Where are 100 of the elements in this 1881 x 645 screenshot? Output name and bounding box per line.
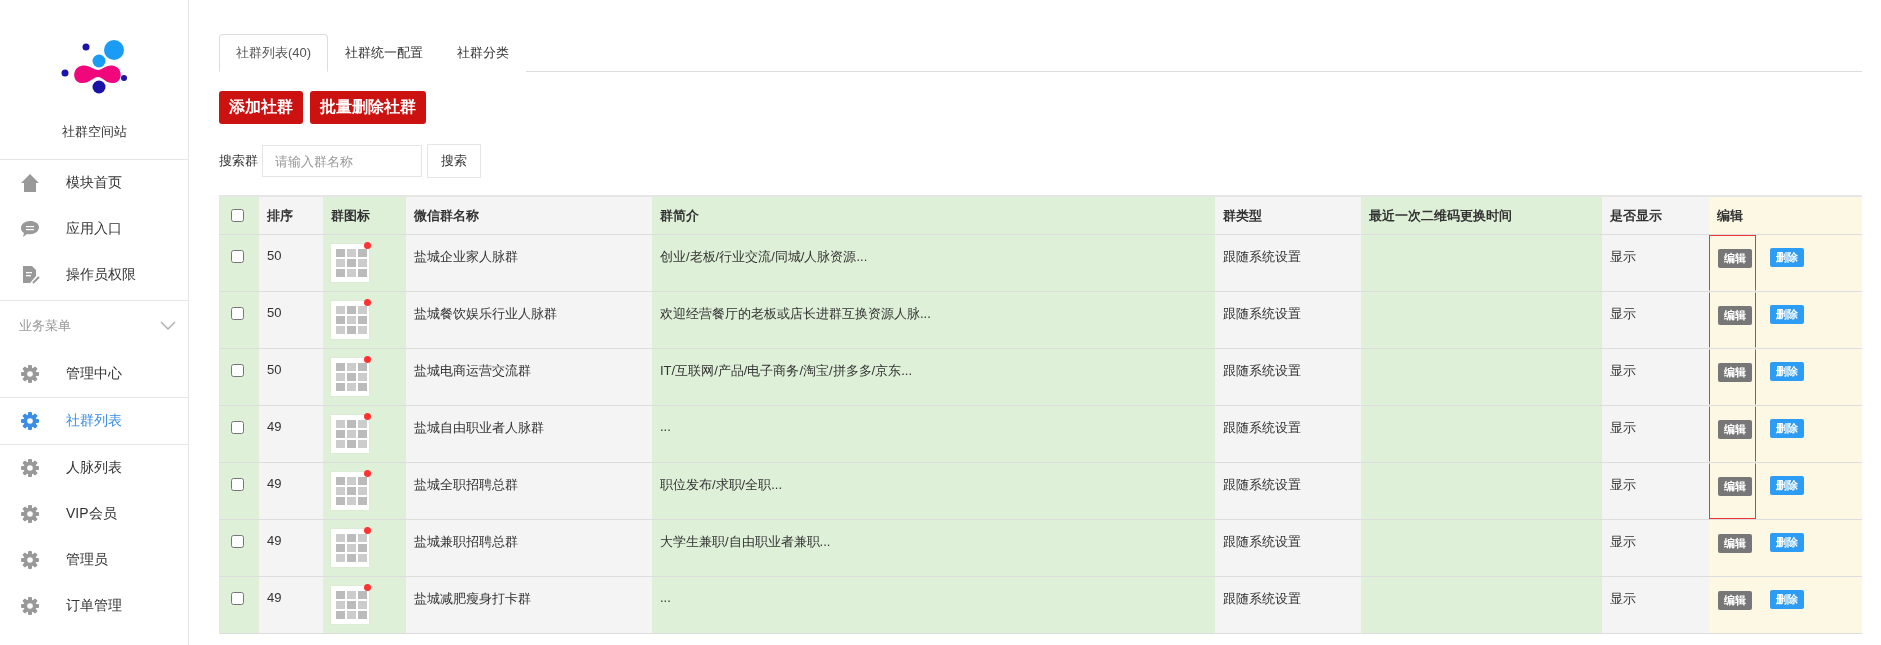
table-cell: 盐城兼职招聘总群 <box>414 534 518 549</box>
search-button[interactable]: 搜索 <box>427 144 481 178</box>
image-placeholder <box>331 358 369 396</box>
table-cell: 50 <box>267 248 282 263</box>
gear-icon <box>20 550 40 570</box>
table-cell: 跟随系统设置 <box>1223 477 1301 492</box>
table-cell: 欢迎经营餐厅的老板或店长进群互换资源人脉... <box>660 306 931 321</box>
row-checkbox[interactable] <box>231 478 244 491</box>
row-checkbox[interactable] <box>231 250 244 263</box>
image-placeholder <box>331 472 369 510</box>
sidebar-item[interactable]: 操作员权限 <box>0 252 188 298</box>
table-cell: 显示 <box>1610 591 1636 606</box>
delete-button[interactable]: 删除 <box>1770 419 1804 438</box>
table-cell: ... <box>660 419 671 434</box>
table-cell: 大学生兼职/自由职业者兼职... <box>660 534 831 549</box>
edit-button[interactable]: 编辑 <box>1718 477 1752 496</box>
row-checkbox[interactable] <box>231 307 244 320</box>
table-cell: 显示 <box>1610 363 1636 378</box>
image-placeholder <box>331 586 369 624</box>
table-cell: 显示 <box>1610 534 1636 549</box>
table-cell: 49 <box>267 533 282 548</box>
gear-icon <box>20 458 40 478</box>
edit-button[interactable]: 编辑 <box>1718 591 1752 610</box>
delete-button[interactable]: 删除 <box>1770 533 1804 552</box>
table-cell: 跟随系统设置 <box>1223 420 1301 435</box>
add-button[interactable]: 添加社群 <box>219 91 303 124</box>
table-cell: 盐城减肥瘦身打卡群 <box>414 591 531 606</box>
edit-button[interactable]: 编辑 <box>1718 249 1752 268</box>
table-cell: 跟随系统设置 <box>1223 363 1301 378</box>
edit-button[interactable]: 编辑 <box>1718 363 1752 382</box>
column-header: 群简介 <box>652 196 1215 235</box>
table-cell: 50 <box>267 362 282 377</box>
column-header: 群图标 <box>323 196 406 235</box>
column-header: 最近一次二维码更换时间 <box>1361 196 1602 235</box>
home-icon <box>20 173 40 193</box>
table-cell: 跟随系统设置 <box>1223 534 1301 549</box>
table-cell: ... <box>660 590 671 605</box>
search-field[interactable]: 请输入群名称 <box>262 145 422 177</box>
column-header: 群类型 <box>1215 196 1361 235</box>
sidebar-item[interactable]: 管理中心 <box>0 351 188 397</box>
edit-button[interactable]: 编辑 <box>1718 420 1752 439</box>
column-header: 是否显示 <box>1602 196 1709 235</box>
search-label: 搜索群 <box>219 152 258 170</box>
chat-icon <box>20 219 40 239</box>
delete-button[interactable]: 删除 <box>1770 248 1804 267</box>
table-cell: 显示 <box>1610 249 1636 264</box>
gear-icon <box>20 364 40 384</box>
row-checkbox[interactable] <box>231 364 244 377</box>
column-header: 排序 <box>259 196 323 235</box>
select-all-checkbox[interactable] <box>231 208 244 222</box>
table-cell: 49 <box>267 419 282 434</box>
image-placeholder <box>331 415 369 453</box>
table-cell: 盐城餐饮娱乐行业人脉群 <box>414 306 557 321</box>
section-title: 业务菜单 <box>19 317 71 335</box>
sidebar-item[interactable]: 管理员 <box>0 537 188 583</box>
sidebar-item[interactable]: 订单管理 <box>0 583 188 629</box>
table-cell: 50 <box>267 305 282 320</box>
delete-button[interactable]: 删除 <box>1770 305 1804 324</box>
image-placeholder <box>331 529 369 567</box>
row-checkbox[interactable] <box>231 535 244 548</box>
logo-icon <box>61 39 127 95</box>
batch-delete-button[interactable]: 批量删除社群 <box>310 91 426 124</box>
delete-button[interactable]: 删除 <box>1770 476 1804 495</box>
section-header[interactable]: 业务菜单 <box>0 300 188 351</box>
table-cell: 跟随系统设置 <box>1223 591 1301 606</box>
delete-button[interactable]: 删除 <box>1770 362 1804 381</box>
table-cell: 显示 <box>1610 420 1636 435</box>
sidebar-item[interactable]: 模块首页 <box>0 160 188 206</box>
image-placeholder <box>331 301 369 339</box>
table-cell: 显示 <box>1610 306 1636 321</box>
sidebar-item[interactable]: 人脉列表 <box>0 445 188 491</box>
edit-button[interactable]: 编辑 <box>1718 306 1752 325</box>
row-checkbox[interactable] <box>231 592 244 605</box>
table-cell: 跟随系统设置 <box>1223 249 1301 264</box>
edit-button[interactable]: 编辑 <box>1718 534 1752 553</box>
gear-icon <box>20 411 40 431</box>
delete-button[interactable]: 删除 <box>1770 590 1804 609</box>
sidebar-item[interactable]: 社群列表 <box>0 397 188 445</box>
table-cell: 显示 <box>1610 477 1636 492</box>
row-checkbox[interactable] <box>231 421 244 434</box>
table-cell: 创业/老板/行业交流/同城/人脉资源... <box>660 249 868 264</box>
gear-icon <box>20 596 40 616</box>
table-cell: IT/互联网/产品/电子商务/淘宝/拼多多/京东... <box>660 363 913 378</box>
table-cell: 49 <box>267 476 282 491</box>
image-placeholder <box>331 244 369 282</box>
table-cell: 盐城全职招聘总群 <box>414 477 518 492</box>
document-edit-icon <box>20 265 40 285</box>
table-cell: 职位发布/求职/全职... <box>660 477 783 492</box>
site-title: 社群空间站 <box>61 123 127 141</box>
column-header: 微信群名称 <box>406 196 652 235</box>
table-cell: 盐城自由职业者人脉群 <box>414 420 544 435</box>
tab[interactable]: 社群列表(40) <box>219 34 329 72</box>
table-cell: 盐城企业家人脉群 <box>414 249 518 264</box>
sidebar-item[interactable]: 应用入口 <box>0 206 188 252</box>
column-header: 编辑 <box>1709 196 1862 235</box>
table-cell: 跟随系统设置 <box>1223 306 1301 321</box>
table-cell: 49 <box>267 590 282 605</box>
gear-icon <box>20 504 40 524</box>
sidebar-item[interactable]: VIP会员 <box>0 491 188 537</box>
table-cell: 盐城电商运营交流群 <box>414 363 531 378</box>
